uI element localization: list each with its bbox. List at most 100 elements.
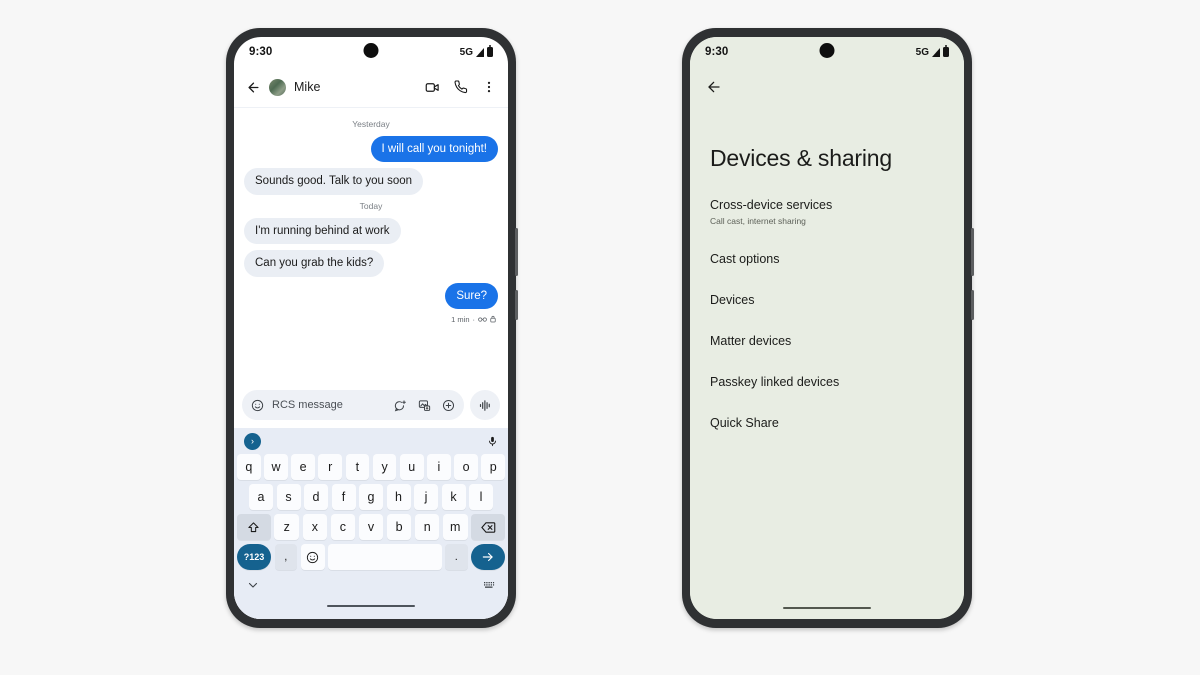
chevron-right-icon[interactable]: › <box>244 432 261 450</box>
key-n[interactable]: n <box>414 514 440 540</box>
settings-item-cross-device-services[interactable]: Cross-device services Call cast, interne… <box>710 198 944 226</box>
message-bubble-incoming[interactable]: Can you grab the kids? <box>244 250 385 277</box>
phone-bottom-lip <box>696 625 958 632</box>
front-camera-punchhole <box>819 43 835 58</box>
key-k[interactable]: k <box>441 484 466 510</box>
key-u[interactable]: u <box>399 454 424 480</box>
key-q[interactable]: q <box>236 454 261 480</box>
key-s[interactable]: s <box>276 484 301 510</box>
settings-item-quick-share[interactable]: Quick Share <box>710 416 944 431</box>
rcs-glasses-icon <box>478 317 487 322</box>
key-m[interactable]: m <box>442 514 468 540</box>
sticker-bubble-plus-icon[interactable] <box>394 399 407 412</box>
emoji-smiley-icon[interactable] <box>300 544 325 570</box>
keyboard-row-2[interactable]: a s d f g h j k l <box>237 484 505 510</box>
keyboard-row-1[interactable]: q w e r t y u i o p <box>236 454 506 480</box>
key-f[interactable]: f <box>331 484 356 510</box>
key-e[interactable]: e <box>291 454 315 480</box>
more-vertical-icon[interactable] <box>482 80 496 94</box>
key-a[interactable]: a <box>249 484 273 510</box>
system-navigation-bar <box>237 596 505 616</box>
back-arrow-icon[interactable] <box>706 79 722 95</box>
message-bubble-outgoing[interactable]: I will call you tonight! <box>370 136 498 163</box>
comma-key[interactable]: , <box>274 544 297 570</box>
status-bar: 9:30 5G <box>690 37 964 67</box>
message-row: Can you grab the kids? <box>244 250 498 277</box>
power-button[interactable] <box>971 290 974 320</box>
audio-waveform-icon[interactable] <box>470 390 500 420</box>
messages-app: Mike Yesterday I will call you tonight! … <box>234 67 508 619</box>
message-bubble-outgoing[interactable]: Sure? <box>445 282 498 309</box>
message-input-placeholder: RCS message <box>272 399 343 411</box>
backspace-icon[interactable] <box>471 514 506 540</box>
phone-device-messages: 9:30 5G Mike Yesterday I will call you t… <box>226 28 518 632</box>
key-o[interactable]: o <box>454 454 478 480</box>
day-separator: Yesterday <box>352 119 390 129</box>
keyboard-bottom-bar <box>237 574 505 596</box>
suggestion-bar[interactable]: › <box>237 428 505 454</box>
message-bubble-incoming[interactable]: Sounds good. Talk to you soon <box>244 168 424 195</box>
screenshot-canvas: 9:30 5G Mike Yesterday I will call you t… <box>0 0 1200 675</box>
signal-triangle-icon <box>476 47 484 57</box>
status-bar: 9:30 5G <box>234 37 508 67</box>
key-x[interactable]: x <box>302 514 328 540</box>
volume-button[interactable] <box>971 228 974 276</box>
key-i[interactable]: i <box>427 454 451 480</box>
settings-item-devices[interactable]: Devices <box>710 293 944 308</box>
key-d[interactable]: d <box>304 484 328 510</box>
contact-avatar[interactable] <box>269 78 286 96</box>
key-z[interactable]: z <box>274 514 300 540</box>
message-input-field[interactable]: RCS message <box>242 390 464 420</box>
status-network-label: 5G <box>459 46 473 58</box>
symbols-key[interactable]: ?123 <box>237 544 271 570</box>
key-p[interactable]: p <box>481 454 506 480</box>
message-bubble-incoming[interactable]: I'm running behind at work <box>244 217 401 245</box>
key-w[interactable]: w <box>264 454 288 480</box>
key-h[interactable]: h <box>386 484 411 510</box>
keyboard-icon[interactable] <box>483 580 495 590</box>
phone-bottom-lip <box>240 625 502 632</box>
settings-item-matter-devices[interactable]: Matter devices <box>710 334 944 349</box>
keyboard-row-3[interactable]: z x c v b n m <box>236 514 506 540</box>
space-key[interactable] <box>328 544 442 570</box>
home-gesture-pill[interactable] <box>327 604 415 608</box>
back-arrow-icon[interactable] <box>246 80 261 95</box>
key-l[interactable]: l <box>469 484 493 510</box>
power-button[interactable] <box>515 290 518 320</box>
phone-call-icon[interactable] <box>454 80 468 94</box>
key-t[interactable]: t <box>345 454 370 480</box>
on-screen-keyboard[interactable]: › q w e r t y u i o p a s d f g h j k l … <box>234 428 508 619</box>
settings-item-cast-options[interactable]: Cast options <box>710 252 944 267</box>
key-v[interactable]: v <box>358 514 384 540</box>
key-r[interactable]: r <box>318 454 343 480</box>
settings-item-title: Cross-device services <box>710 198 833 212</box>
image-plus-icon[interactable] <box>418 399 431 412</box>
shift-icon[interactable] <box>236 514 271 540</box>
emoji-smiley-icon[interactable] <box>251 399 264 412</box>
microphone-icon[interactable] <box>487 436 498 447</box>
phone-screen-messages: 9:30 5G Mike Yesterday I will call you t… <box>234 37 508 619</box>
day-separator: Today <box>359 200 383 211</box>
chevron-down-icon[interactable] <box>247 579 259 591</box>
settings-item-passkey-linked-devices[interactable]: Passkey linked devices <box>710 375 944 390</box>
key-y[interactable]: y <box>372 454 397 480</box>
send-arrow-icon[interactable] <box>471 544 505 570</box>
key-c[interactable]: c <box>330 514 356 540</box>
message-row: I will call you tonight! <box>244 136 498 163</box>
message-composer: RCS message <box>234 384 508 428</box>
settings-list: Cross-device services Call cast, interne… <box>690 172 964 597</box>
key-b[interactable]: b <box>386 514 412 540</box>
volume-button[interactable] <box>515 228 518 276</box>
home-gesture-pill[interactable] <box>783 606 871 610</box>
message-status-meta: 1 min · <box>244 315 498 324</box>
settings-item-subtitle: Call cast, internet sharing <box>710 216 806 226</box>
key-j[interactable]: j <box>414 484 438 510</box>
status-network-label: 5G <box>915 46 929 58</box>
message-thread[interactable]: Yesterday I will call you tonight! Sound… <box>234 107 508 384</box>
period-key[interactable]: . <box>445 544 468 570</box>
video-call-icon[interactable] <box>425 80 440 95</box>
keyboard-row-4[interactable]: ?123 , . <box>237 544 505 570</box>
key-g[interactable]: g <box>359 484 383 510</box>
plus-circle-icon[interactable] <box>442 399 455 412</box>
status-clock: 9:30 <box>705 46 729 58</box>
